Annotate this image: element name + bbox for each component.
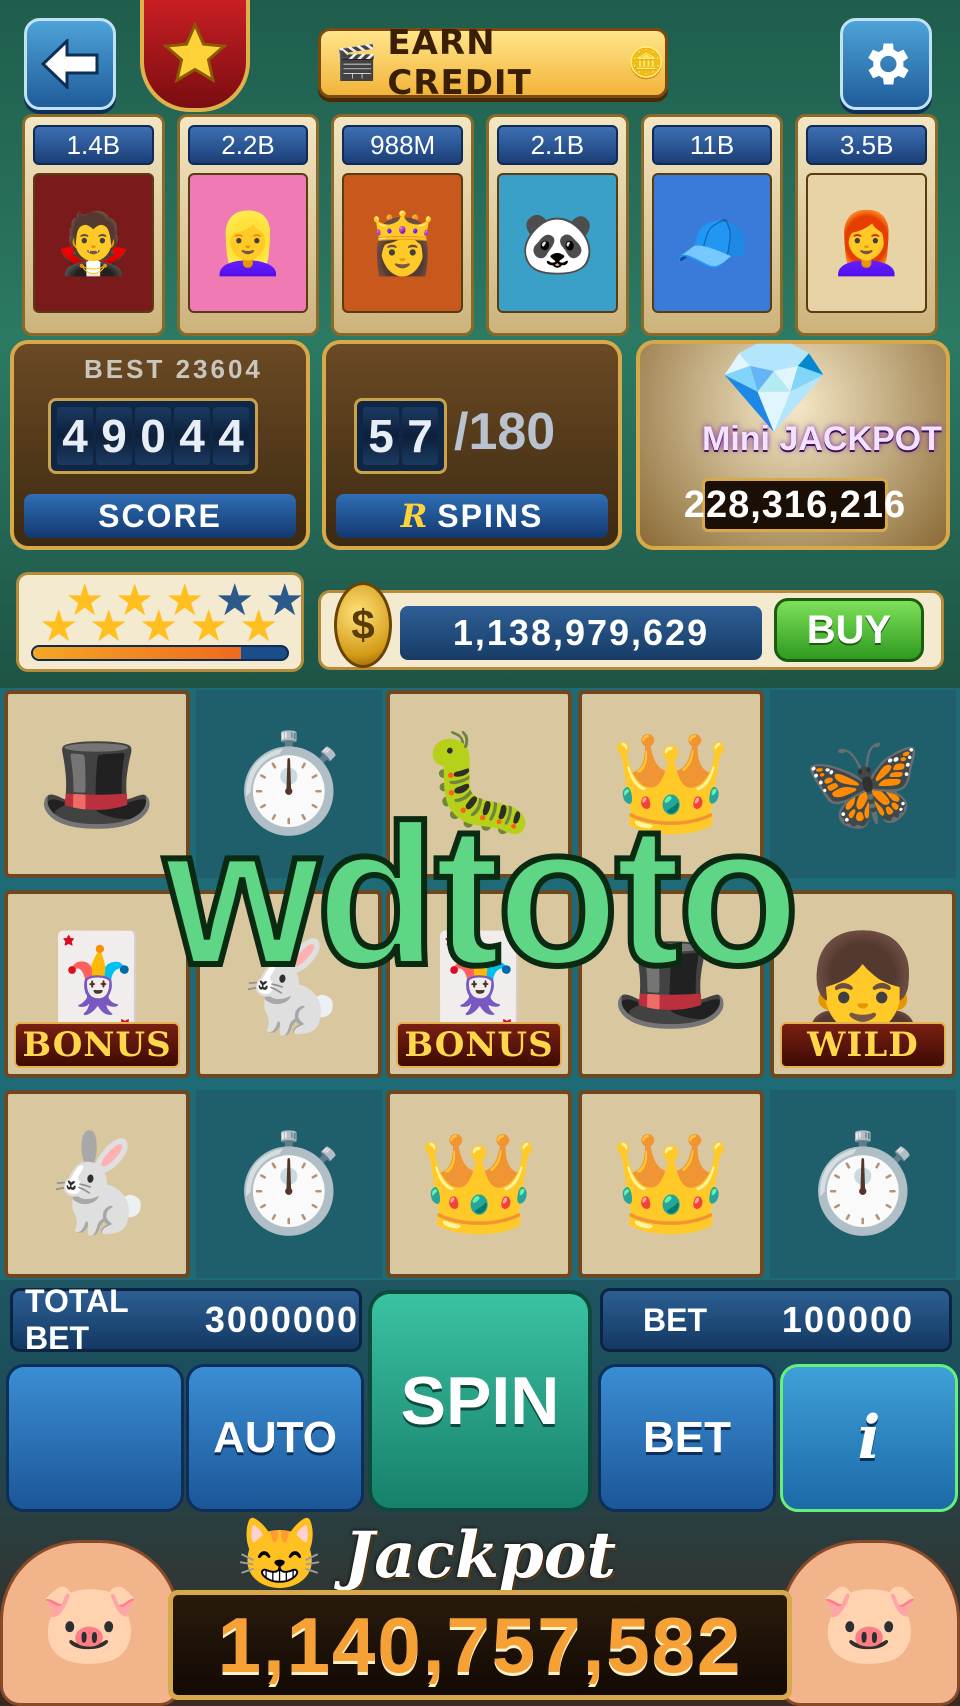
player-amount: 2.2B: [187, 125, 309, 165]
spins-digit: 7: [402, 407, 438, 465]
clapperboard-icon: 🎬: [335, 44, 378, 82]
score-label: SCORE: [24, 494, 296, 538]
mini-jackpot-value: 228,316,216: [684, 478, 905, 532]
spins-digit: 5: [363, 407, 399, 465]
symbol-icon: 👑: [419, 1130, 539, 1237]
auto-button[interactable]: AUTO: [186, 1364, 364, 1512]
symbol-icon: ⏱️: [229, 1130, 349, 1237]
symbol-icon: 👑: [611, 1130, 731, 1237]
balance-value: 1,138,979,629: [400, 606, 762, 660]
symbol-tag: BONUS: [396, 1022, 562, 1068]
symbol-icon: 🦋: [803, 730, 923, 837]
arrow-left-icon: [41, 39, 99, 89]
player-amount: 1.4B: [33, 125, 154, 165]
jackpot-box: 1,140,757,582: [168, 1590, 792, 1700]
spins-total: /180: [454, 403, 556, 461]
star-icon: ★: [239, 602, 279, 651]
pig-right-icon: 🐷: [780, 1540, 960, 1706]
earn-credit-button[interactable]: 🎬 EARN CREDIT 🪙: [318, 23, 668, 103]
jackpot-title: Jackpot: [343, 1518, 617, 1593]
coin-icon: $: [334, 582, 392, 668]
pig-left-icon: 🐷: [0, 1540, 180, 1706]
reel-symbol: 👑: [578, 1090, 764, 1278]
player-amount: 3.5B: [806, 125, 928, 165]
star-icon: ★: [39, 602, 79, 651]
bet-value: 100000: [781, 1299, 915, 1340]
spins-panel: 5 7 /180 R SPINS: [322, 340, 622, 550]
rank-badge[interactable]: [140, 0, 250, 112]
watermark-text: wdtoto: [161, 784, 802, 1007]
avatar: 🧛: [33, 173, 154, 313]
leaderboard-card[interactable]: 1.4B 🧛: [22, 114, 165, 336]
leaderboard-card[interactable]: 2.1B 🐼: [486, 114, 629, 336]
avatar: 🐼: [497, 173, 618, 313]
buy-button[interactable]: BUY: [774, 598, 924, 662]
score-digit: 4: [174, 407, 210, 465]
bet-label: BET: [643, 1301, 707, 1338]
symbol-tag: BONUS: [14, 1022, 180, 1068]
spins-label: SPINS: [437, 497, 544, 534]
score-counter: 4 9 0 4 4: [48, 398, 258, 474]
leaderboard-card[interactable]: 11B 🧢: [640, 114, 784, 336]
score-digit: 0: [135, 407, 171, 465]
bet-button[interactable]: BET: [598, 1364, 776, 1512]
leaderboard-card[interactable]: 2.2B 👱‍♀️: [176, 114, 320, 336]
settings-button[interactable]: [840, 18, 932, 110]
bet-bar: BET 100000: [600, 1288, 952, 1352]
reel-symbol: 👑: [386, 1090, 572, 1278]
blank-button[interactable]: [6, 1364, 184, 1512]
spins-ribbon: R SPINS: [336, 494, 608, 538]
reel-symbol: ⏱️: [196, 1090, 382, 1278]
total-bet-value: 3000000: [204, 1299, 359, 1340]
symbol-tag: WILD: [780, 1022, 946, 1068]
best-score: BEST 23604: [84, 354, 263, 384]
reel-symbol: ⏱️: [770, 1090, 956, 1278]
jackpot-value: 1,140,757,582: [217, 1600, 743, 1689]
total-bet-label: TOTAL BET: [25, 1283, 129, 1356]
star-icon: ★: [89, 602, 129, 651]
avatar: 👸: [342, 173, 464, 313]
symbol-icon: 🐇: [37, 1130, 157, 1237]
star-icon: ★: [189, 602, 229, 651]
star-icon: ★: [139, 602, 179, 651]
level-progress: [31, 645, 289, 661]
player-amount: 2.1B: [497, 125, 618, 165]
back-button[interactable]: [24, 18, 116, 110]
cheshire-cat-icon: 😸: [236, 1515, 324, 1593]
score-digit: 4: [57, 407, 93, 465]
leaderboard-card[interactable]: 3.5B 👩‍🦰: [795, 114, 939, 336]
coins-icon: 🪙: [627, 46, 665, 80]
spin-button[interactable]: SPIN: [368, 1290, 592, 1512]
player-amount: 11B: [651, 125, 773, 165]
leaderboard: 1.4B 🧛 2.2B 👱‍♀️ 988M 👸 2.1B 🐼 11B 🧢 3.5…: [22, 114, 939, 336]
score-panel: BEST 23604 4 9 0 4 4 SCORE: [10, 340, 310, 550]
r-logo-icon: R: [400, 497, 430, 535]
avatar: 👩‍🦰: [806, 173, 928, 313]
total-bet-bar: TOTAL BET 3000000: [10, 1283, 362, 1356]
star-icon: [162, 21, 228, 84]
earn-credit-label: EARN CREDIT: [387, 23, 532, 103]
leaderboard-card[interactable]: 988M 👸: [331, 114, 475, 336]
avatar: 👱‍♀️: [187, 173, 309, 313]
level-panel: ★ ★ ★ ★ ★ ★ ★ ★ ★ ★: [16, 572, 304, 672]
reel-symbol: 🐇: [4, 1090, 190, 1278]
symbol-icon: ⏱️: [803, 1130, 923, 1237]
spins-counter: 5 7: [354, 398, 447, 474]
level-progress-fill: [33, 647, 242, 659]
symbol-icon: 🎩: [37, 730, 157, 837]
gear-icon: [868, 43, 909, 85]
player-amount: 988M: [342, 125, 464, 165]
avatar: 🧢: [651, 173, 773, 313]
mini-jackpot-title: Mini JACKPOT: [702, 420, 942, 458]
info-button[interactable]: i: [780, 1364, 958, 1512]
score-digit: 9: [96, 407, 132, 465]
score-digit: 4: [213, 407, 249, 465]
